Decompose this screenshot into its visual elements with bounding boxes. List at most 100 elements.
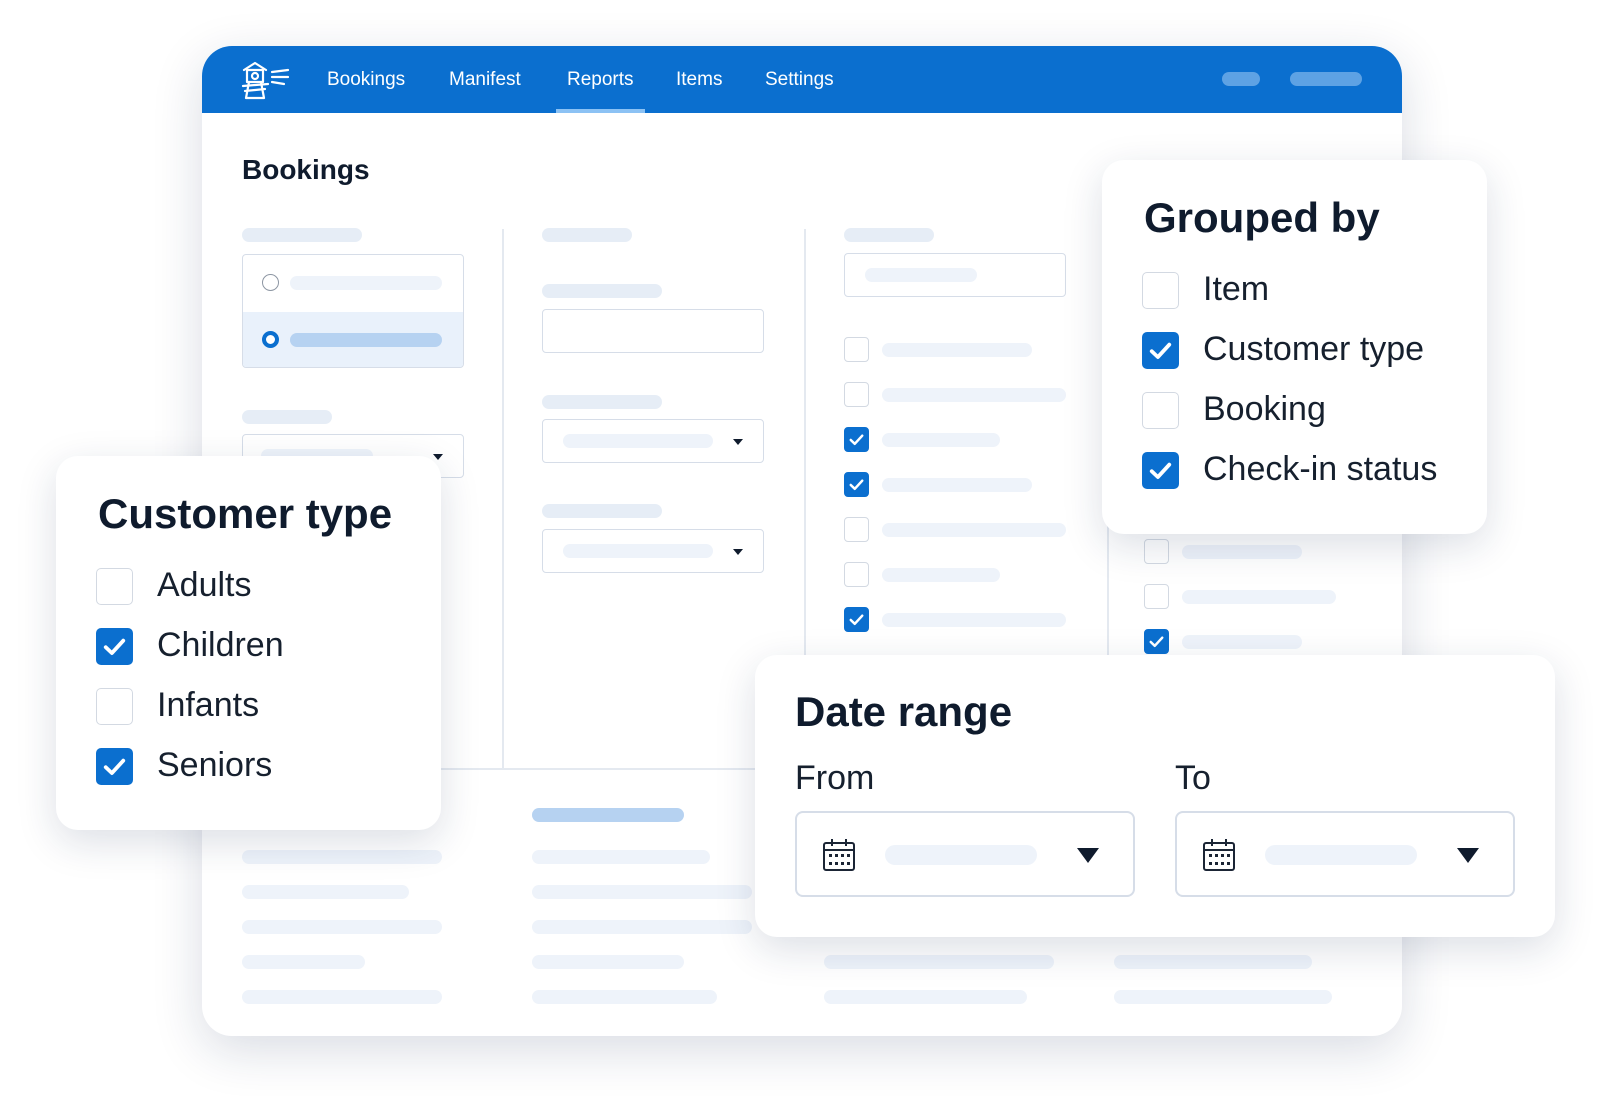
grouped-by-title: Grouped by (1144, 194, 1380, 241)
checkbox-checked[interactable] (1142, 452, 1179, 489)
chevron-down-icon (733, 439, 743, 445)
skeleton-value (563, 434, 713, 448)
checkbox-checked[interactable] (844, 472, 869, 497)
checkbox-checked[interactable] (96, 748, 133, 785)
option-label[interactable]: Customer type (1203, 330, 1424, 369)
skeleton-option (290, 276, 442, 290)
nav-items[interactable]: Items (676, 46, 722, 113)
checkbox-checked[interactable] (844, 427, 869, 452)
checkbox-unchecked[interactable] (1144, 539, 1169, 564)
date-range-card: Date range From To (755, 655, 1555, 937)
checkmark-icon (849, 479, 864, 491)
chevron-down-icon (733, 549, 743, 555)
skeleton-column-header (532, 808, 684, 822)
customer-type-card: Customer type Adults Children Infants Senio… (56, 456, 441, 830)
nav-placeholder-pill[interactable] (1290, 72, 1362, 86)
checkbox-unchecked[interactable] (96, 568, 133, 605)
option-label[interactable]: Booking (1203, 390, 1326, 429)
checkbox-unchecked[interactable] (844, 382, 869, 407)
skeleton-cell (242, 990, 442, 1004)
from-date-picker[interactable] (795, 811, 1135, 897)
checkbox-unchecked[interactable] (844, 337, 869, 362)
checkbox-unchecked[interactable] (1142, 392, 1179, 429)
skeleton-option (1182, 635, 1302, 649)
lighthouse-logo-icon[interactable] (238, 58, 292, 102)
skeleton-option (1182, 590, 1336, 604)
column-divider (804, 229, 806, 709)
skeleton-label (242, 228, 362, 242)
nav-settings[interactable]: Settings (765, 46, 834, 113)
skeleton-label (844, 228, 934, 242)
to-label: To (1175, 759, 1211, 797)
skeleton-option-selected (290, 333, 442, 347)
date-range-title: Date range (795, 688, 1013, 735)
option-label[interactable]: Adults (157, 566, 252, 605)
radio-button[interactable] (262, 274, 279, 291)
checkmark-icon (1149, 636, 1164, 648)
customer-type-title: Customer type (98, 490, 393, 537)
skeleton-cell (242, 885, 409, 899)
skeleton-cell (242, 920, 442, 934)
checkbox-checked[interactable] (1142, 332, 1179, 369)
skeleton-value (563, 544, 713, 558)
skeleton-cell (1114, 955, 1312, 969)
checkmark-icon (103, 758, 126, 775)
checkbox-unchecked[interactable] (96, 688, 133, 725)
checkmark-icon (849, 614, 864, 626)
option-label[interactable]: Infants (157, 686, 259, 725)
date-value-placeholder (885, 845, 1037, 865)
checkbox-unchecked[interactable] (844, 562, 869, 587)
nav-manifest[interactable]: Manifest (449, 46, 521, 113)
nav-placeholder-pill[interactable] (1222, 72, 1260, 86)
skeleton-cell (532, 990, 717, 1004)
skeleton-option (882, 343, 1032, 357)
skeleton-cell (532, 885, 752, 899)
radio-button-selected[interactable] (262, 331, 279, 348)
calendar-icon (1203, 839, 1235, 871)
option-label[interactable]: Item (1203, 270, 1269, 309)
nav-bookings[interactable]: Bookings (327, 46, 405, 113)
radio-group (242, 254, 464, 368)
dropdown-select[interactable] (542, 419, 764, 463)
dropdown-select[interactable] (542, 529, 764, 573)
skeleton-label (542, 284, 662, 298)
chevron-down-icon[interactable] (1077, 848, 1099, 863)
chevron-down-icon[interactable] (1457, 848, 1479, 863)
skeleton-label (542, 395, 662, 409)
skeleton-cell (824, 955, 1054, 969)
checkbox-unchecked[interactable] (1144, 584, 1169, 609)
skeleton-label (242, 410, 332, 424)
checkmark-icon (1149, 462, 1172, 479)
checkmark-icon (1149, 342, 1172, 359)
skeleton-label (542, 228, 632, 242)
option-label[interactable]: Seniors (157, 746, 272, 785)
to-date-picker[interactable] (1175, 811, 1515, 897)
page-title: Bookings (242, 154, 370, 185)
checkbox-unchecked[interactable] (1142, 272, 1179, 309)
skeleton-option (882, 433, 1000, 447)
checkbox-checked[interactable] (1144, 629, 1169, 654)
checkbox-checked[interactable] (844, 607, 869, 632)
option-label[interactable]: Children (157, 626, 284, 665)
skeleton-option (882, 388, 1066, 402)
grouped-by-card: Grouped by Item Customer type Booking Check… (1102, 160, 1487, 534)
skeleton-cell (242, 850, 442, 864)
skeleton-cell (532, 850, 710, 864)
skeleton-value (865, 268, 977, 282)
text-input[interactable] (844, 253, 1066, 297)
skeleton-cell (242, 955, 365, 969)
option-label[interactable]: Check-in status (1203, 450, 1437, 489)
skeleton-cell (824, 990, 1027, 1004)
text-input[interactable] (542, 309, 764, 353)
skeleton-option (1182, 545, 1302, 559)
column-divider (502, 229, 504, 769)
date-value-placeholder (1265, 845, 1417, 865)
nav-reports[interactable]: Reports (556, 46, 644, 113)
checkbox-checked[interactable] (96, 628, 133, 665)
skeleton-option (882, 523, 1066, 537)
checkbox-unchecked[interactable] (844, 517, 869, 542)
skeleton-label (542, 504, 662, 518)
skeleton-cell (1114, 990, 1332, 1004)
from-label: From (795, 759, 875, 797)
chevron-down-icon (433, 454, 443, 460)
